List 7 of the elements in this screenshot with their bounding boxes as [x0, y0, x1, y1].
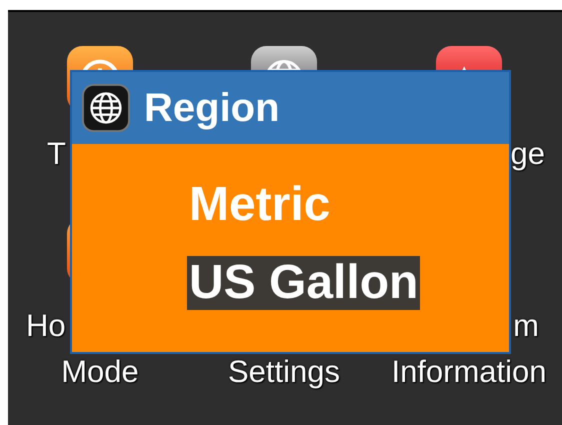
- menu-label[interactable]: m: [513, 303, 539, 349]
- globe-icon: [82, 84, 130, 132]
- menu-label[interactable]: ge: [510, 131, 545, 177]
- dialog-title: Region: [144, 86, 280, 130]
- menu-label[interactable]: T: [47, 131, 66, 177]
- menu-label[interactable]: Ho: [26, 303, 66, 349]
- unit-option[interactable]: US Gallon: [187, 256, 420, 310]
